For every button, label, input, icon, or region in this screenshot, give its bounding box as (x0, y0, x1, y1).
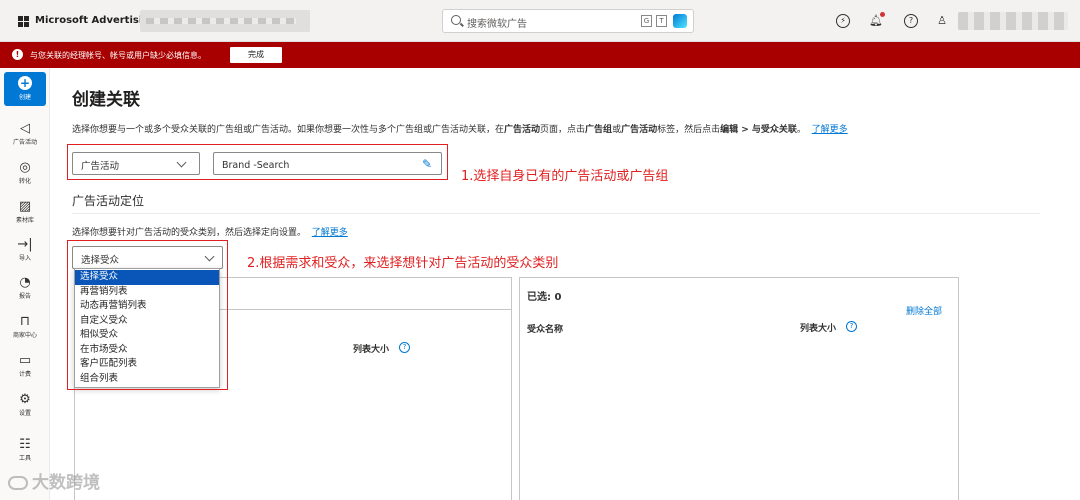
nav-label: 报告 (18, 293, 31, 300)
targeting-description: 选择你想要针对广告活动的受众类别，然后选择定向设置。 了解更多 (72, 225, 348, 238)
left-nav-rail: + 创建 ◁ 广告活动 ◎ 转化 ▨ 素材库 →| 导入 ◔ 报告 ⊓ 商家中心 ▭ 计费 ⚙… (0, 68, 50, 500)
nav-tools[interactable]: ☷ 工具 (0, 437, 50, 462)
copilot-status-icon[interactable]: ⚡ (836, 14, 850, 28)
user-icon[interactable]: ♙ (935, 14, 949, 28)
targeting-text: 选择你想要针对广告活动的受众类别，然后选择定向设置。 (72, 228, 307, 238)
audience-name-header: 受众名称 (527, 325, 564, 335)
wallet-icon: ▭ (18, 353, 32, 368)
plus-icon: + (18, 76, 32, 90)
intro-part: 页面，点击 (540, 125, 586, 135)
nav-label: 工具 (18, 455, 31, 462)
watermark-text: 大数跨境 (32, 473, 100, 493)
nav-label: 设置 (18, 410, 31, 417)
copilot-icon[interactable] (673, 14, 687, 28)
nav-label: 广告活动 (12, 139, 37, 146)
list-size-header: 列表大小 (353, 345, 390, 355)
report-icon: ◔ (19, 275, 31, 290)
main-content: 创建关联 选择你想要与一个或多个受众关联的广告组或广告活动。如果你想要一次性与多… (50, 68, 1080, 500)
store-icon: ⊓ (19, 314, 31, 329)
section-title: 广告活动定位 (72, 194, 145, 208)
page-title: 创建关联 (72, 90, 140, 110)
shortcut-g-key: G (641, 15, 652, 27)
nav-settings[interactable]: ⚙ 设置 (0, 392, 50, 417)
user-account-info[interactable] (958, 12, 1068, 30)
help-icon[interactable]: ? (399, 342, 410, 353)
nav-conversions[interactable]: ◎ 转化 (0, 160, 50, 185)
intro-part: 选择你想要与一个或多个受众关联的广告组或广告活动。如果你想要一次性与多个广告组或… (72, 125, 505, 135)
help-icon[interactable]: ? (904, 14, 918, 28)
nav-merchant-center[interactable]: ⊓ 商家中心 (0, 314, 50, 339)
intro-part: 标签，然后点击 (657, 125, 721, 135)
intro-bold: 广告活动 (504, 125, 541, 135)
import-icon: →| (17, 237, 33, 252)
intro-part: 。 (796, 125, 806, 135)
search-icon (451, 15, 461, 25)
help-icon[interactable]: ? (846, 321, 857, 332)
divider (72, 213, 1040, 214)
annotation-box-1 (67, 144, 448, 180)
tools-icon: ☷ (19, 437, 31, 452)
notification-dot (880, 12, 885, 17)
target-icon: ◎ (19, 160, 31, 175)
watermark: 大数跨境 (8, 468, 100, 493)
shortcut-t-key: T (656, 15, 667, 27)
gear-icon: ⚙ (19, 392, 31, 407)
selected-audience-panel: 已选: 0 删除全部 受众名称 列表大小 ? (519, 277, 959, 500)
nav-label: 导入 (18, 255, 31, 262)
alert-icon: ! (12, 49, 23, 60)
microsoft-logo-icon (18, 16, 29, 27)
learn-more-link[interactable]: 了解更多 (812, 125, 848, 135)
create-label: 创建 (18, 94, 31, 101)
nav-label: 商家中心 (12, 332, 37, 339)
nav-label: 素材库 (15, 217, 34, 224)
intro-text: 选择你想要与一个或多个受众关联的广告组或广告活动。如果你想要一次性与多个广告组或… (72, 122, 848, 135)
complete-button[interactable]: 完成 (230, 47, 282, 63)
create-button[interactable]: + 创建 (4, 72, 46, 106)
annotation-box-2 (67, 240, 228, 390)
annotation-step-1: 1.选择自身已有的广告活动或广告组 (461, 169, 669, 184)
nav-media-library[interactable]: ▨ 素材库 (0, 199, 50, 224)
selected-count: 已选: 0 (527, 292, 562, 303)
alert-text: 与您关联的经理帐号、帐号或用户缺少必填信息。 (30, 51, 206, 60)
nav-label: 转化 (18, 178, 31, 185)
watermark-logo-icon (8, 476, 28, 490)
learn-more-link[interactable]: 了解更多 (312, 228, 348, 238)
nav-campaigns[interactable]: ◁ 广告活动 (0, 121, 50, 146)
nav-import[interactable]: →| 导入 (0, 237, 50, 262)
list-size-header: 列表大小 (800, 324, 837, 334)
clear-all-link[interactable]: 删除全部 (906, 304, 942, 317)
search-box[interactable]: 搜索微软广告 G T (442, 9, 694, 33)
account-picker[interactable] (140, 10, 310, 32)
intro-bold: 编辑 > 与受众关联 (720, 125, 797, 135)
alert-bar: ! 与您关联的经理帐号、帐号或用户缺少必填信息。 完成 (0, 42, 1080, 68)
intro-part: 或 (612, 125, 622, 135)
nav-label: 计费 (18, 371, 31, 378)
brand-name: Microsoft Advertising (35, 15, 157, 26)
search-placeholder: 搜索微软广告 (467, 19, 527, 30)
media-icon: ▨ (18, 199, 32, 214)
annotation-step-2: 2.根据需求和受众，来选择想针对广告活动的受众类别 (247, 256, 559, 271)
intro-bold: 广告活动 (621, 125, 658, 135)
nav-reports[interactable]: ◔ 报告 (0, 275, 50, 300)
top-bar: Microsoft Advertising 搜索微软广告 G T ⚡ 🔔︎ ? … (0, 0, 1080, 42)
nav-billing[interactable]: ▭ 计费 (0, 353, 50, 378)
megaphone-icon: ◁ (20, 121, 30, 136)
intro-bold: 广告组 (585, 125, 613, 135)
